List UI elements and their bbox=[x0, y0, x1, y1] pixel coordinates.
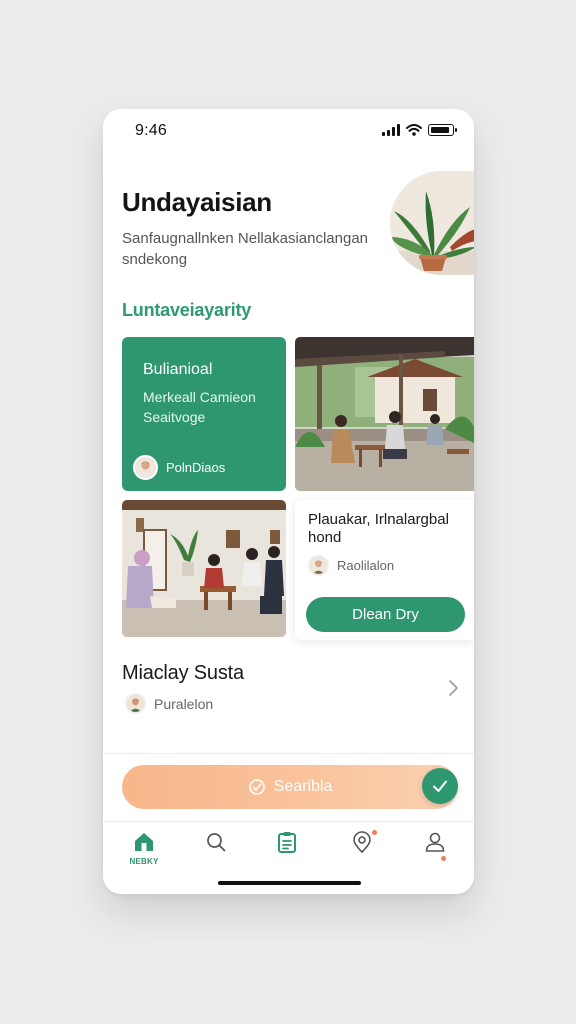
page-title: Undayaisian bbox=[122, 187, 272, 217]
profile-icon bbox=[425, 832, 445, 852]
tab-home[interactable]: NEBKY bbox=[124, 830, 164, 870]
living-room-photo[interactable] bbox=[122, 500, 286, 637]
cellular-signal-icon bbox=[382, 124, 400, 136]
featured-card-subtitle: Merkeall Camieon Seaitvoge bbox=[143, 389, 256, 425]
confirm-button[interactable] bbox=[422, 768, 458, 804]
avatar bbox=[125, 693, 146, 714]
status-time: 9:46 bbox=[135, 122, 167, 139]
location-pin-icon bbox=[353, 831, 371, 854]
location-badge bbox=[372, 830, 377, 835]
featured-card-title: Bulianioal bbox=[143, 361, 213, 378]
tab-tasks[interactable] bbox=[267, 830, 307, 870]
avatar bbox=[133, 455, 158, 480]
tabbar-divider bbox=[103, 821, 474, 822]
search-icon bbox=[207, 833, 226, 852]
list-item[interactable]: Miaclay Susta Puralelon bbox=[103, 649, 474, 749]
feature-card-button[interactable]: Dlean Dry bbox=[306, 597, 465, 632]
featured-card-author: PolnDiaos bbox=[133, 455, 225, 480]
profile-badge bbox=[441, 856, 446, 861]
checkmark-icon bbox=[433, 780, 447, 792]
featured-card-author-name: PolnDiaos bbox=[166, 460, 226, 475]
status-bar: 9:46 bbox=[103, 109, 474, 153]
avatar bbox=[308, 555, 329, 576]
feature-card-title: Plauakar, Irlnalargbal hond bbox=[308, 511, 449, 546]
tab-location[interactable] bbox=[342, 830, 382, 870]
list-item-author-name: Puralelon bbox=[154, 695, 214, 712]
tab-profile[interactable] bbox=[415, 830, 455, 870]
search-cta-label: Searibla bbox=[273, 778, 333, 795]
wifi-icon bbox=[406, 124, 422, 136]
tab-search[interactable] bbox=[196, 830, 236, 870]
home-icon bbox=[135, 833, 153, 851]
status-icons bbox=[382, 124, 457, 136]
tab-home-label: NEBKY bbox=[129, 857, 159, 866]
search-check-icon bbox=[248, 779, 265, 795]
garden-photo[interactable] bbox=[295, 337, 474, 491]
battery-icon bbox=[428, 124, 457, 136]
feature-card[interactable]: Plauakar, Irlnalargbal hond Raolilalon D… bbox=[295, 500, 474, 640]
feature-card-author-name: Raolilalon bbox=[337, 558, 395, 573]
home-indicator[interactable] bbox=[218, 881, 361, 885]
page-subtitle: Sanfaugnallnken Nellakasianclangan sndek… bbox=[122, 230, 369, 268]
featured-card[interactable]: Bulianioal Merkeall Camieon Seaitvoge Po… bbox=[122, 337, 286, 491]
plant-image[interactable] bbox=[390, 171, 474, 275]
section-title: Luntaveiayarity bbox=[122, 300, 252, 320]
list-item-title: Miaclay Susta bbox=[122, 662, 244, 684]
search-cta-button[interactable]: Searibla bbox=[122, 765, 458, 809]
divider bbox=[103, 753, 474, 754]
chevron-right-icon[interactable] bbox=[446, 679, 460, 697]
feature-card-author: Raolilalon bbox=[308, 555, 461, 576]
clipboard-icon bbox=[278, 832, 296, 853]
phone-screen: 9:46 Undayaisian Sanfaugnallnken Nellaka… bbox=[103, 109, 474, 894]
list-item-author: Puralelon bbox=[125, 693, 213, 714]
